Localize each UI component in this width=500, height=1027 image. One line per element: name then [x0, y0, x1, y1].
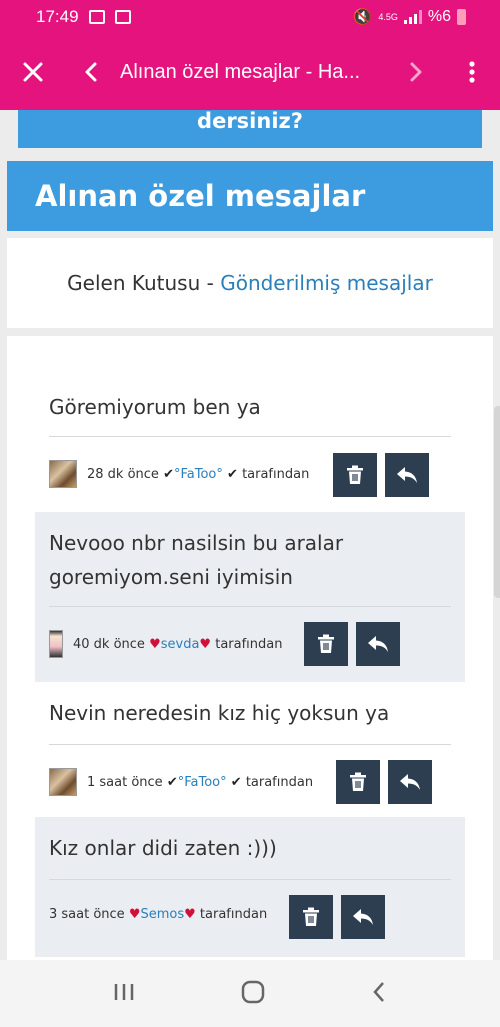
home-icon: [241, 980, 265, 1003]
mailbox-tabs: Gelen Kutusu - Gönderilmiş mesajlar: [7, 238, 493, 328]
sender-link[interactable]: °FaToo°: [178, 775, 227, 790]
section-title: Alınan özel mesajlar: [35, 179, 366, 213]
recents-icon: [114, 983, 133, 1000]
browser-toolbar: Alınan özel mesajlar - Ha...: [0, 34, 500, 110]
battery-percent: %6: [427, 8, 451, 25]
close-icon: [23, 62, 43, 82]
scrollbar-handle[interactable]: [494, 406, 500, 598]
sender-link[interactable]: °FaToo°: [174, 467, 223, 482]
message-item: Göremiyorum ben ya 28 dk önce ✔ °FaToo° ✔…: [35, 336, 465, 511]
check-icon: ✔: [227, 466, 238, 482]
reply-icon: [400, 774, 420, 790]
recents-button[interactable]: [113, 982, 135, 1006]
mute-icon: 🔇: [352, 9, 373, 26]
trash-icon: [350, 772, 366, 791]
tab-sent[interactable]: Gönderilmiş mesajlar: [220, 271, 433, 295]
network-type: 4.5G: [378, 12, 398, 22]
message-time: 28 dk önce: [87, 466, 159, 482]
sender-link[interactable]: sevda: [161, 637, 200, 652]
divider: [49, 744, 451, 745]
back-nav-button[interactable]: [371, 980, 387, 1008]
reply-icon: [397, 467, 417, 483]
trash-icon: [318, 634, 334, 653]
status-time: 17:49: [36, 7, 79, 26]
avatar[interactable]: [49, 460, 77, 488]
system-nav-bar: [0, 960, 500, 1027]
more-button[interactable]: [444, 34, 500, 110]
message-list: Göremiyorum ben ya 28 dk önce ✔ °FaToo° ✔…: [7, 336, 493, 960]
tab-separator: -: [200, 271, 221, 295]
message-time: 1 saat önce: [87, 774, 163, 790]
heart-icon: ♥: [128, 907, 141, 922]
reply-button[interactable]: [341, 895, 385, 939]
web-page: dersiniz? Alınan özel mesajlar Gelen Kut…: [0, 110, 500, 960]
home-button[interactable]: [240, 979, 266, 1009]
by-label: tarafından: [245, 774, 314, 790]
by-label: tarafından: [242, 466, 310, 482]
message-item: Nevooo nbr nasilsin bu aralar goremiyom.…: [35, 512, 465, 682]
message-meta: 40 dk önce ♥ sevda ♥ tarafından: [49, 630, 282, 658]
forward-arrow-icon: [410, 62, 422, 82]
page-title: Alınan özel mesajlar - Ha...: [120, 60, 361, 83]
status-bar: 17:49 🔇 4.5G %6: [0, 0, 500, 34]
section-header: Alınan özel mesajlar: [7, 161, 493, 231]
more-vert-icon: [469, 61, 475, 83]
mail-notification-icon: [114, 10, 131, 24]
battery-icon: [457, 9, 466, 25]
close-button[interactable]: [0, 34, 66, 110]
check-icon: ✔: [230, 774, 242, 790]
banner-text: dersiniz?: [197, 110, 303, 133]
delete-button[interactable]: [336, 760, 380, 804]
delete-button[interactable]: [289, 895, 333, 939]
message-meta: 28 dk önce ✔ °FaToo° ✔ tarafından: [49, 460, 309, 488]
message-text[interactable]: Nevooo nbr nasilsin bu aralar goremiyom.…: [35, 526, 463, 594]
message-time: 40 dk önce: [73, 636, 145, 652]
check-icon: ✔: [163, 466, 174, 482]
check-icon: ✔: [166, 774, 178, 790]
message-item: Kız onlar didi zaten :))) 3 saat önce ♥ S…: [35, 817, 465, 957]
divider: [49, 879, 451, 880]
delete-button[interactable]: [333, 453, 377, 497]
message-text[interactable]: Nevin neredesin kız hiç yoksun ya: [35, 696, 403, 730]
trash-icon: [303, 907, 319, 926]
by-label: tarafından: [215, 636, 283, 652]
message-text[interactable]: Göremiyorum ben ya: [35, 390, 275, 424]
trash-icon: [347, 465, 363, 484]
reply-button[interactable]: [385, 453, 429, 497]
delete-button[interactable]: [304, 622, 348, 666]
heart-icon: ♥: [199, 636, 212, 652]
reply-icon: [368, 636, 388, 652]
heart-icon: ♥: [149, 636, 161, 652]
by-label: tarafından: [199, 907, 268, 922]
message-item: Nevin neredesin kız hiç yoksun ya 1 saat…: [35, 682, 465, 817]
gallery-notification-icon: [88, 10, 105, 24]
reply-icon: [353, 909, 373, 925]
top-banner[interactable]: dersiniz?: [18, 110, 482, 148]
back-icon: [373, 981, 385, 1002]
forward-button[interactable]: [388, 34, 444, 110]
back-button[interactable]: [66, 34, 116, 110]
divider: [49, 606, 451, 607]
divider: [49, 436, 451, 437]
message-meta: 1 saat önce ✔ °FaToo° ✔ tarafından: [49, 768, 313, 796]
avatar[interactable]: [49, 630, 63, 658]
avatar[interactable]: [49, 768, 77, 796]
message-meta: 3 saat önce ♥ Semos ♥ tarafından: [49, 907, 267, 922]
tab-inbox[interactable]: Gelen Kutusu: [67, 271, 200, 295]
sender-link[interactable]: Semos: [140, 907, 184, 922]
signal-icon: [403, 10, 422, 24]
reply-button[interactable]: [388, 760, 432, 804]
heart-icon: ♥: [184, 907, 196, 922]
reply-button[interactable]: [356, 622, 400, 666]
message-time: 3 saat önce: [49, 907, 125, 922]
back-arrow-icon: [85, 62, 97, 82]
message-text[interactable]: Kız onlar didi zaten :))): [35, 831, 291, 865]
